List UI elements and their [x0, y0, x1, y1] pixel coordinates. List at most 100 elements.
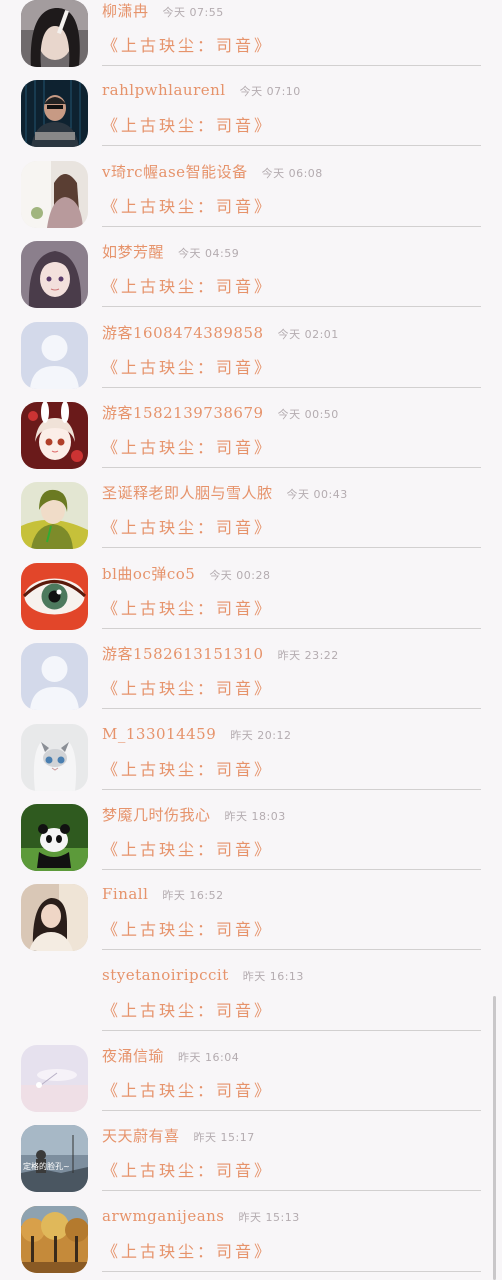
- chat-meta: 夜涌信瑜 昨天 16:04: [102, 1045, 239, 1066]
- row-divider: [102, 788, 481, 790]
- message-time: 今天 00:50: [277, 407, 339, 421]
- row-divider: [102, 708, 481, 710]
- contact-name: 如梦芳醒: [102, 243, 165, 262]
- message-preview: 《上古玦尘：司音》: [102, 1241, 274, 1261]
- avatar[interactable]: [21, 160, 88, 228]
- message-preview: 《上古玦尘：司音》: [102, 116, 274, 136]
- chat-meta: Finall 昨天 16:52: [102, 884, 224, 903]
- row-divider: [102, 627, 481, 629]
- message-time: 昨天 20:12: [230, 728, 292, 742]
- message-time: 今天 07:10: [239, 85, 301, 99]
- chat-meta: 游客1582613151310 昨天 23:22: [102, 643, 339, 664]
- avatar[interactable]: [21, 723, 88, 791]
- chat-list-item[interactable]: styetanoiripccit 昨天 16:13 《上古玦尘：司音》: [0, 953, 502, 1033]
- message-preview: 《上古玦尘：司音》: [102, 196, 274, 216]
- message-preview: 《上古玦尘：司音》: [102, 36, 274, 55]
- message-time: 昨天 23:22: [277, 649, 339, 663]
- message-preview: 《上古玦尘：司音》: [102, 839, 274, 859]
- chat-list-item[interactable]: Finall 昨天 16:52 《上古玦尘：司音》: [0, 872, 502, 952]
- contact-name: 游客1608474389858: [102, 323, 264, 342]
- chat-meta: 圣诞释老即人胭与雪人脓 今天 00:43: [102, 482, 348, 503]
- contact-name: bl曲oc弹co5: [102, 564, 196, 583]
- contact-name: Finall: [102, 885, 149, 904]
- chat-list-item[interactable]: bl曲oc弹co5 今天 00:28 《上古玦尘：司音》: [0, 551, 502, 631]
- chat-meta: M_133014459 昨天 20:12: [102, 724, 291, 743]
- contact-name: M_133014459: [102, 724, 217, 743]
- chat-list-item[interactable]: 游客1582139738679 今天 00:50 《上古玦尘：司音》: [0, 390, 502, 470]
- chat-list-item[interactable]: 柳潇冉 今天 07:55 《上古玦尘：司音》: [0, 0, 502, 68]
- chat-list-item[interactable]: 定格的脸孔~ 天天蔚有喜 昨天 15:17 《上古玦尘：司音》: [0, 1113, 502, 1193]
- message-preview: 《上古玦尘：司音》: [102, 1161, 274, 1181]
- avatar[interactable]: [21, 482, 88, 550]
- message-time: 昨天 16:04: [178, 1051, 240, 1065]
- row-divider: [102, 306, 481, 308]
- message-time: 昨天 18:03: [224, 809, 286, 823]
- scrollbar[interactable]: [493, 996, 496, 1280]
- avatar[interactable]: [21, 80, 88, 148]
- chat-list-item[interactable]: v琦rc幄ase智能设备 今天 06:08 《上古玦尘：司音》: [0, 149, 502, 229]
- chat-list: 柳潇冉 今天 07:55 《上古玦尘：司音》 rahlpwhlaurenl 今天 07:…: [0, 0, 502, 1274]
- contact-name: 天天蔚有喜: [102, 1127, 180, 1146]
- contact-name: 柳潇冉: [102, 2, 149, 20]
- message-time: 今天 07:55: [162, 6, 224, 19]
- message-preview: 《上古玦尘：司音》: [102, 1000, 274, 1020]
- chat-meta: v琦rc幄ase智能设备 今天 06:08: [102, 161, 323, 182]
- avatar[interactable]: [21, 643, 88, 711]
- avatar[interactable]: [21, 1045, 88, 1113]
- chat-list-item[interactable]: 梦魇几时伤我心 昨天 18:03 《上古玦尘：司音》: [0, 792, 502, 872]
- avatar[interactable]: [21, 0, 88, 67]
- avatar[interactable]: [21, 965, 88, 1032]
- avatar[interactable]: [21, 241, 88, 309]
- message-preview: 《上古玦尘：司音》: [102, 598, 274, 618]
- chat-meta: rahlpwhlaurenl 今天 07:10: [102, 80, 301, 99]
- chat-meta: 天天蔚有喜 昨天 15:17: [102, 1125, 255, 1146]
- avatar[interactable]: [21, 562, 88, 630]
- row-divider: [102, 868, 481, 870]
- row-divider: [102, 1110, 481, 1112]
- chat-list-item[interactable]: 圣诞释老即人胭与雪人脓 今天 00:43 《上古玦尘：司音》: [0, 470, 502, 550]
- message-time: 昨天 16:13: [242, 969, 304, 983]
- avatar[interactable]: [21, 401, 88, 469]
- row-divider: [102, 1190, 481, 1192]
- avatar[interactable]: [21, 321, 88, 389]
- chat-list-item[interactable]: 游客1582613151310 昨天 23:22 《上古玦尘：司音》: [0, 631, 502, 711]
- contact-name: 夜涌信瑜: [102, 1047, 165, 1066]
- chat-list-item[interactable]: rahlpwhlaurenl 今天 07:10 《上古玦尘：司音》: [0, 68, 502, 148]
- row-divider: [102, 1029, 481, 1031]
- row-divider: [102, 1270, 481, 1272]
- avatar[interactable]: [21, 1205, 88, 1273]
- chat-list-item[interactable]: M_133014459 昨天 20:12 《上古玦尘：司音》: [0, 712, 502, 792]
- message-preview: 《上古玦尘：司音》: [102, 518, 274, 538]
- chat-meta: styetanoiripccit 昨天 16:13: [102, 965, 304, 984]
- chat-list-item[interactable]: 夜涌信瑜 昨天 16:04 《上古玦尘：司音》: [0, 1033, 502, 1113]
- chat-list-item[interactable]: 如梦芳醒 今天 04:59 《上古玦尘：司音》: [0, 229, 502, 309]
- message-preview: 《上古玦尘：司音》: [102, 759, 274, 779]
- message-preview: 《上古玦尘：司音》: [102, 920, 274, 940]
- contact-name: v琦rc幄ase智能设备: [102, 162, 248, 181]
- avatar[interactable]: [21, 884, 88, 952]
- contact-name: 游客1582613151310: [102, 645, 264, 664]
- avatar[interactable]: [21, 803, 88, 871]
- contact-name: arwmganijeans: [102, 1206, 225, 1225]
- avatar-caption: 定格的脸孔~: [23, 1162, 70, 1172]
- chat-meta: 柳潇冉 今天 07:55: [102, 0, 224, 21]
- message-time: 今天 04:59: [178, 247, 240, 261]
- avatar[interactable]: 定格的脸孔~: [21, 1125, 88, 1193]
- row-divider: [102, 386, 481, 388]
- message-time: 今天 00:43: [286, 488, 348, 502]
- chat-list-item[interactable]: arwmganijeans 昨天 15:13 《上古玦尘：司音》: [0, 1194, 502, 1274]
- row-divider: [102, 949, 481, 951]
- message-time: 昨天 16:52: [162, 889, 224, 903]
- contact-name: 梦魇几时伤我心: [102, 805, 211, 824]
- message-time: 今天 00:28: [209, 568, 271, 582]
- message-preview: 《上古玦尘：司音》: [102, 679, 274, 699]
- row-divider: [102, 547, 481, 549]
- message-time: 昨天 15:13: [238, 1210, 300, 1224]
- row-divider: [102, 65, 481, 66]
- chat-meta: 游客1582139738679 今天 00:50: [102, 402, 339, 423]
- chat-list-item[interactable]: 游客1608474389858 今天 02:01 《上古玦尘：司音》: [0, 310, 502, 390]
- row-divider: [102, 466, 481, 468]
- contact-name: 圣诞释老即人胭与雪人脓: [102, 484, 273, 503]
- message-time: 昨天 15:17: [193, 1131, 255, 1145]
- chat-meta: 梦魇几时伤我心 昨天 18:03: [102, 804, 286, 825]
